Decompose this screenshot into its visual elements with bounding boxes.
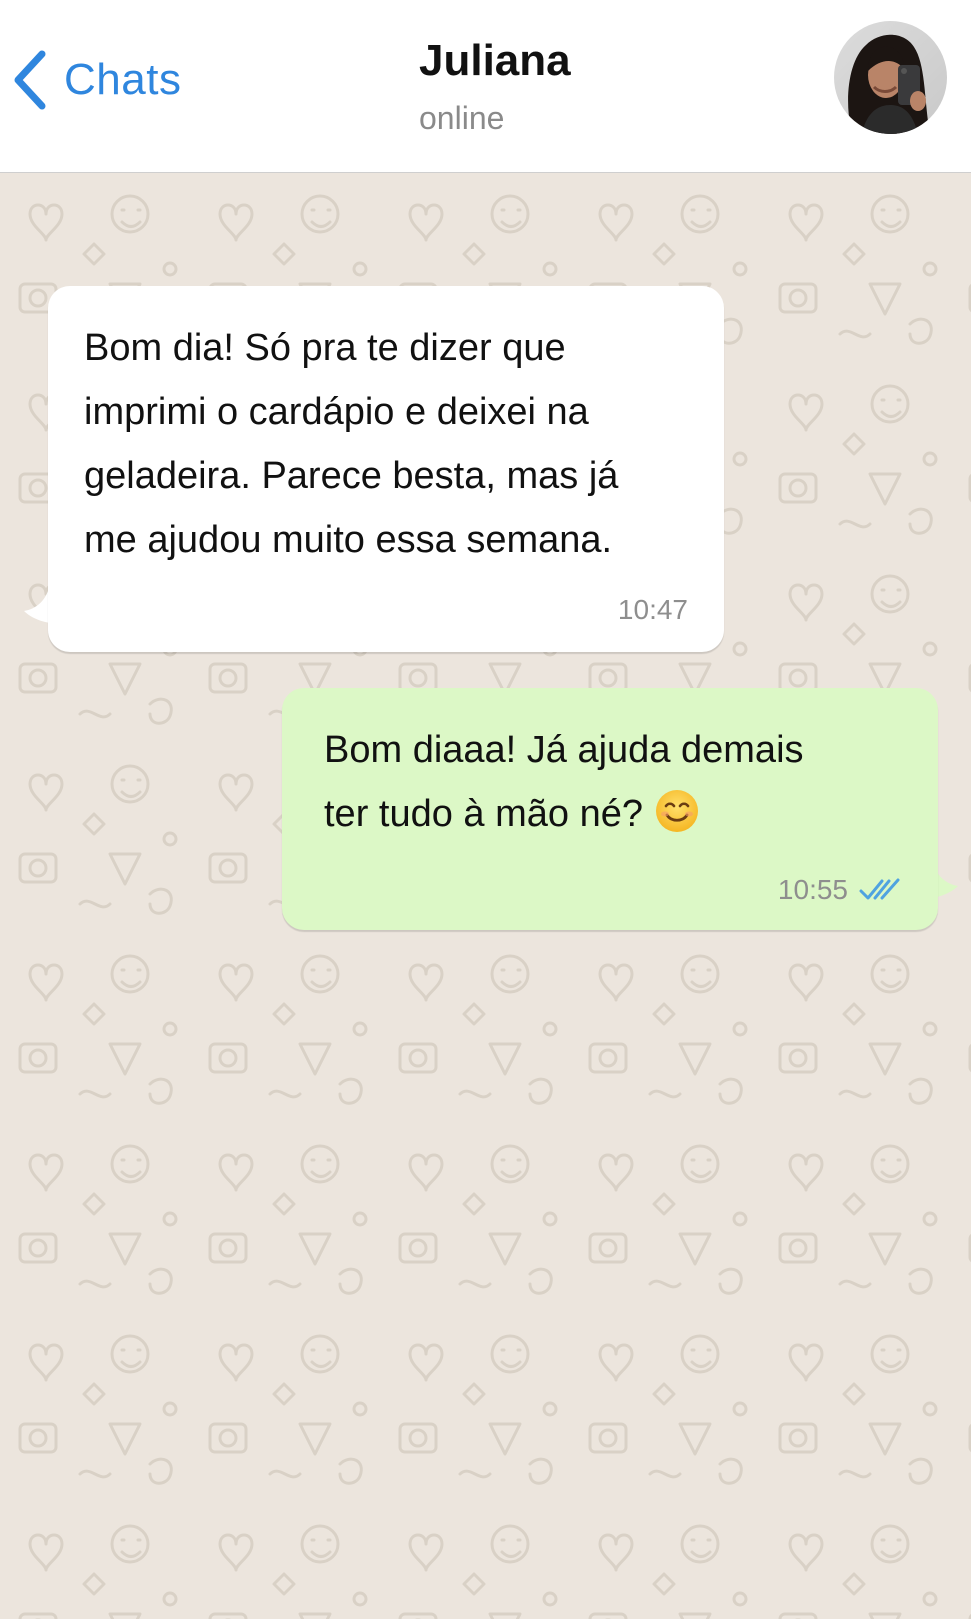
chat-area[interactable]: Bom dia! Só pra te dizer que imprimi o c… [0, 174, 971, 1619]
message-text: Bom diaaa! Já ajuda demais ter tudo à mã… [324, 718, 924, 846]
chevron-left-icon [14, 50, 46, 110]
contact-info[interactable]: Juliana online [419, 34, 571, 136]
read-double-check-icon [859, 878, 900, 900]
message-line-1: Bom diaaa! Já ajuda demais [324, 729, 804, 771]
contact-name: Juliana [419, 36, 571, 85]
chat-header: Chats Juliana online [0, 0, 971, 173]
message-incoming[interactable]: Bom dia! Só pra te dizer que imprimi o c… [48, 286, 724, 652]
message-time: 10:47 [617, 594, 688, 625]
contact-photo [834, 21, 947, 134]
message-outgoing[interactable]: Bom diaaa! Já ajuda demais ter tudo à mã… [282, 688, 938, 930]
back-button[interactable]: Chats [12, 48, 181, 112]
message-time: 10:55 [777, 874, 848, 905]
message-meta: 10:55 [778, 874, 904, 906]
contact-status: online [419, 100, 505, 136]
message-line-2: ter tudo à mão né? [324, 793, 643, 835]
smiling-face-icon [655, 790, 698, 832]
back-label: Chats [64, 55, 182, 104]
message-meta: 10:47 [618, 594, 688, 626]
message-text: Bom dia! Só pra te dizer que imprimi o c… [84, 327, 619, 561]
avatar[interactable] [834, 21, 947, 134]
